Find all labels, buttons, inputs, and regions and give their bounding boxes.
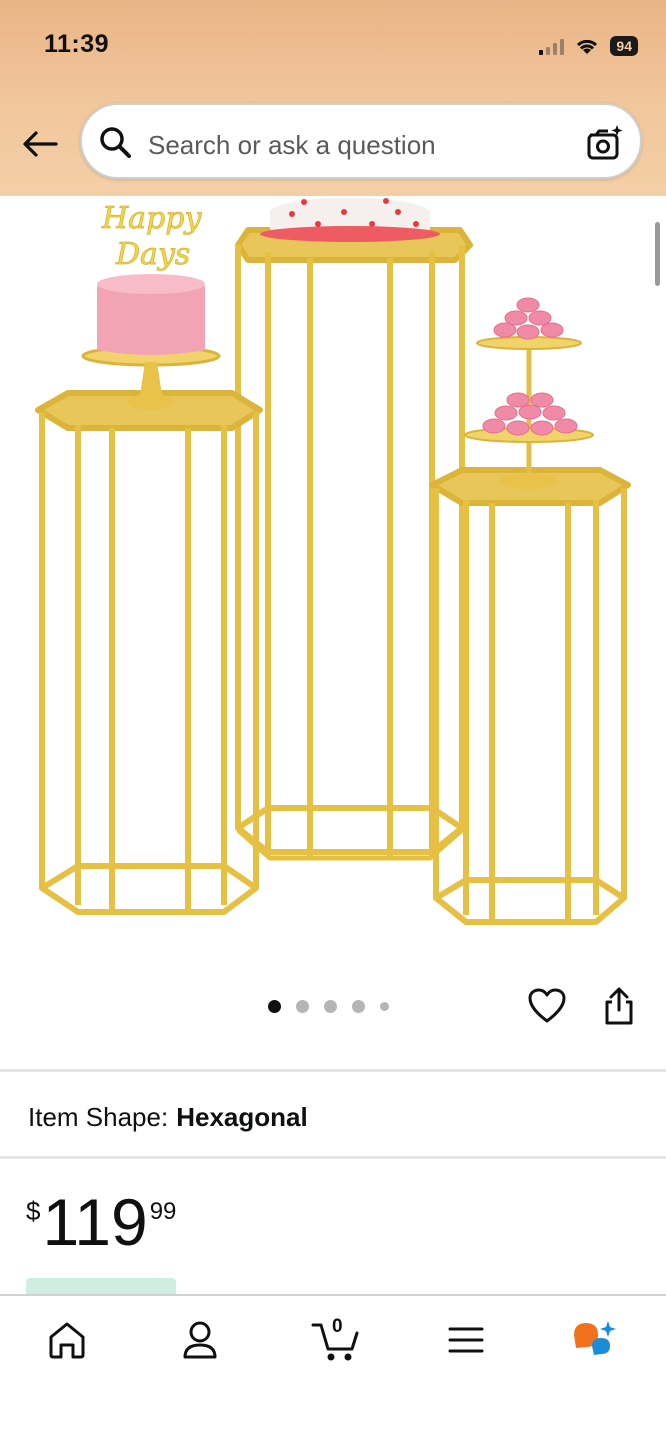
- divider: [0, 1069, 666, 1072]
- wifi-icon: [577, 39, 598, 54]
- pagination-dot[interactable]: [296, 1000, 309, 1013]
- home-icon: [49, 1322, 85, 1359]
- pagination-dot[interactable]: [380, 1002, 389, 1011]
- price-whole: 119: [42, 1185, 148, 1259]
- menu-icon: [448, 1327, 484, 1353]
- image-pagination[interactable]: [268, 1000, 389, 1013]
- price-currency: $: [26, 1196, 41, 1226]
- product-image-gallery[interactable]: Happy Days: [0, 196, 666, 966]
- cart-count-badge: 0: [332, 1316, 343, 1337]
- tab-menu[interactable]: [440, 1314, 492, 1366]
- share-button[interactable]: [602, 986, 636, 1031]
- person-icon: [183, 1321, 217, 1359]
- divider: [0, 1156, 666, 1159]
- back-button[interactable]: [18, 124, 62, 164]
- share-icon: [605, 987, 633, 1025]
- battery-indicator: 94: [610, 36, 638, 56]
- item-shape-label: Item Shape:: [28, 1102, 169, 1132]
- item-shape-value: Hexagonal: [176, 1102, 308, 1132]
- scrollbar[interactable]: [655, 222, 660, 286]
- item-shape-row: Item Shape: Hexagonal: [28, 1102, 308, 1133]
- bottom-tab-bar: 0: [0, 1294, 666, 1440]
- heart-icon: [528, 988, 566, 1023]
- header-bar: 11:39 94 Search or ask a question: [0, 0, 666, 196]
- status-time: 11:39: [44, 30, 110, 58]
- pagination-dot[interactable]: [268, 1000, 281, 1013]
- camera-lens-icon[interactable]: [584, 123, 624, 163]
- search-input[interactable]: Search or ask a question: [148, 130, 436, 161]
- tab-account[interactable]: [174, 1314, 226, 1366]
- price-fraction: 99: [149, 1198, 177, 1225]
- pagination-dot[interactable]: [324, 1000, 337, 1013]
- status-icons: 94: [539, 36, 638, 56]
- product-image[interactable]: Happy Days: [0, 196, 666, 966]
- search-icon: [100, 127, 131, 158]
- assistant-icon: [574, 1321, 616, 1355]
- tab-home[interactable]: [41, 1314, 93, 1366]
- tab-rufus-assistant[interactable]: [570, 1314, 622, 1366]
- price: $ 119 99: [26, 1188, 176, 1256]
- pagination-dot[interactable]: [352, 1000, 365, 1013]
- wishlist-button[interactable]: [527, 986, 567, 1031]
- tab-cart[interactable]: 0: [306, 1314, 366, 1366]
- cake-topper-text: Happy: [101, 201, 202, 236]
- cake-topper-text: Days: [115, 237, 190, 272]
- signal-icon: [539, 37, 565, 55]
- arrow-left-icon: [23, 131, 58, 157]
- search-bar[interactable]: Search or ask a question: [80, 103, 642, 179]
